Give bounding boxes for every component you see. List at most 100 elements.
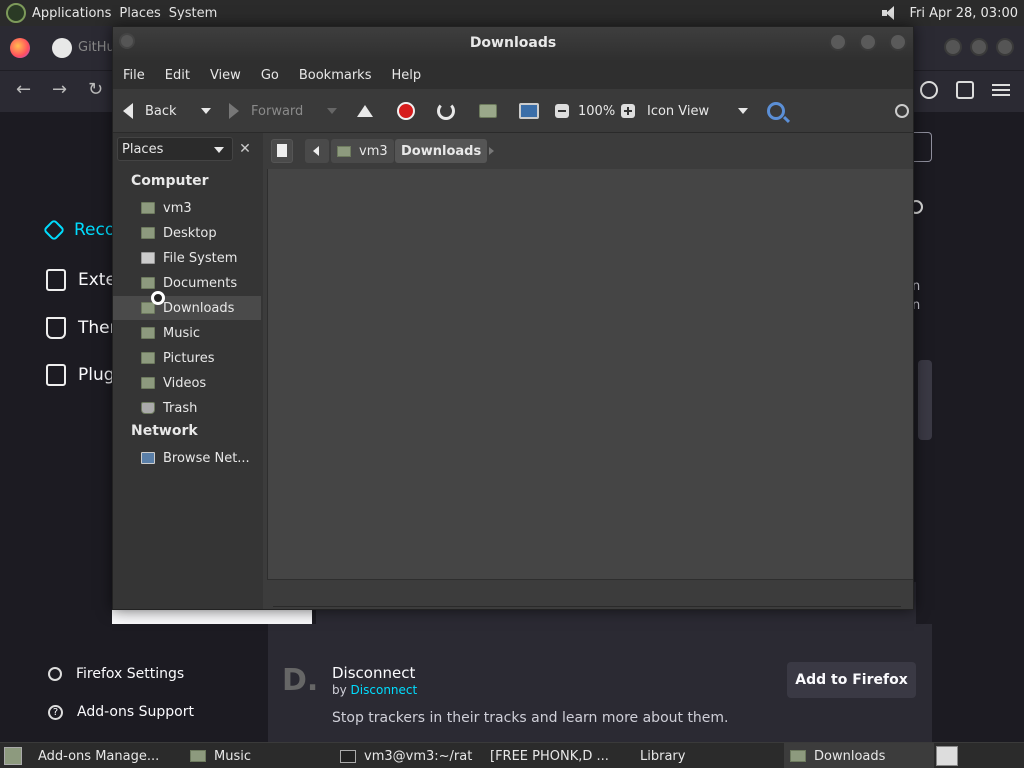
minimize-icon[interactable] <box>829 33 847 51</box>
reload-button[interactable] <box>437 89 455 133</box>
zoom-level[interactable]: 100% <box>578 89 615 133</box>
computer-button[interactable] <box>519 89 539 133</box>
search-button[interactable] <box>767 89 785 133</box>
card-edge <box>918 360 932 440</box>
chevron-down-icon <box>327 108 337 114</box>
maximize-icon[interactable] <box>859 33 877 51</box>
music-folder-icon <box>141 327 155 339</box>
task-terminal[interactable]: vm3@vm3:~/rat <box>334 743 484 768</box>
downloads-folder-icon <box>141 302 155 314</box>
clock[interactable]: Fri Apr 28, 03:00 <box>909 6 1018 21</box>
videos-folder-icon <box>141 377 155 389</box>
zoom-in-button[interactable] <box>621 89 635 133</box>
github-icon[interactable] <box>52 38 72 58</box>
path-scroll-right-icon[interactable] <box>489 147 494 155</box>
close-icon[interactable] <box>889 33 907 51</box>
file-view-area[interactable] <box>267 169 913 579</box>
stop-button[interactable] <box>397 89 415 133</box>
firefox-icon[interactable] <box>10 38 30 58</box>
toolbar: Back Forward 100% Icon View <box>113 89 913 133</box>
back-button[interactable]: Back <box>123 89 177 133</box>
menu-go[interactable]: Go <box>261 68 279 83</box>
place-item-file-system[interactable]: File System <box>113 246 261 270</box>
menu-bookmarks[interactable]: Bookmarks <box>299 68 372 83</box>
system-menu[interactable]: System <box>169 6 225 21</box>
reload-icon <box>437 102 455 120</box>
up-arrow-icon <box>357 105 373 117</box>
task-library[interactable]: Library <box>634 743 784 768</box>
place-item-downloads[interactable]: Downloads <box>113 296 261 320</box>
sidebar-item-recommendations[interactable]: Reco <box>42 218 115 242</box>
menu-icon[interactable] <box>992 84 1010 96</box>
spinner-icon <box>895 104 909 118</box>
applications-menu[interactable]: Applications <box>32 6 119 21</box>
sidebar-item-themes[interactable]: Ther <box>46 317 117 339</box>
view-mode-select[interactable]: Icon View <box>647 89 709 133</box>
volume-icon[interactable] <box>881 6 899 20</box>
view-mode-dropdown[interactable] <box>738 89 748 133</box>
zoom-out-button[interactable] <box>555 89 569 133</box>
place-item-documents[interactable]: Documents <box>113 271 261 295</box>
places-menu[interactable]: Places <box>119 6 168 21</box>
up-button[interactable] <box>357 89 373 133</box>
home-button[interactable] <box>479 89 497 133</box>
back-history-dropdown[interactable] <box>201 89 211 133</box>
home-folder-icon <box>337 145 351 157</box>
workspace-switcher[interactable] <box>936 746 958 766</box>
menu-view[interactable]: View <box>210 68 241 83</box>
task-phonk[interactable]: [FREE PHONK,D ... <box>484 743 634 768</box>
taskbar: Add-ons Manage... Music vm3@vm3:~/rat [F… <box>0 742 1024 768</box>
sparkle-icon <box>42 218 66 242</box>
reload-icon[interactable]: ↻ <box>88 79 103 100</box>
firefox-settings-link[interactable]: Firefox Settings <box>48 666 184 682</box>
menu-bar: File Edit View Go Bookmarks Help <box>113 61 913 89</box>
place-item-videos[interactable]: Videos <box>113 371 261 395</box>
home-folder-icon <box>141 202 155 214</box>
addons-support-link[interactable]: ? Add-ons Support <box>48 704 194 720</box>
task-downloads[interactable]: Downloads <box>784 743 934 768</box>
distro-logo-icon[interactable] <box>6 3 26 23</box>
close-sidebar-icon[interactable]: ✕ <box>235 139 255 159</box>
search-icon <box>767 102 785 120</box>
task-addons-manager[interactable]: Add-ons Manage... <box>32 743 182 768</box>
back-arrow-icon[interactable]: ← <box>16 79 31 100</box>
brush-icon <box>46 317 66 339</box>
menu-help[interactable]: Help <box>391 68 421 83</box>
place-item-pictures[interactable]: Pictures <box>113 346 261 370</box>
sidebar-type-select[interactable]: Places <box>117 137 233 161</box>
title-bar[interactable]: Downloads <box>113 27 913 61</box>
extension-name[interactable]: Disconnect <box>332 664 415 682</box>
sidebar-item-plugins[interactable]: Plug <box>46 364 115 386</box>
edit-location-icon[interactable] <box>271 139 293 163</box>
add-to-firefox-button[interactable]: Add to Firefox <box>787 662 916 698</box>
forward-button[interactable]: Forward <box>229 89 303 133</box>
forward-arrow-icon[interactable]: → <box>52 79 67 100</box>
zoom-out-icon <box>555 104 569 118</box>
close-icon[interactable] <box>996 38 1014 56</box>
extension-description: Stop trackers in their tracks and learn … <box>332 710 729 726</box>
place-item-music[interactable]: Music <box>113 321 261 345</box>
path-crumb-vm3[interactable]: vm3 <box>331 139 394 163</box>
maximize-icon[interactable] <box>970 38 988 56</box>
forward-history-dropdown[interactable] <box>327 89 337 133</box>
account-icon[interactable] <box>920 81 938 99</box>
show-desktop-icon[interactable] <box>4 747 22 765</box>
place-item-trash[interactable]: Trash <box>113 396 261 420</box>
task-music[interactable]: Music <box>184 743 334 768</box>
chevron-down-icon <box>738 108 748 114</box>
place-item-vm3[interactable]: vm3 <box>113 196 261 220</box>
menu-edit[interactable]: Edit <box>165 68 190 83</box>
minimize-icon[interactable] <box>944 38 962 56</box>
extensions-icon[interactable] <box>956 81 974 99</box>
place-item-browse-network[interactable]: Browse Net... <box>113 446 261 470</box>
menu-file[interactable]: File <box>123 68 145 83</box>
path-scroll-left-icon[interactable] <box>305 139 329 163</box>
sidebar-item-extensions[interactable]: Exte <box>46 269 116 291</box>
section-computer: Computer <box>131 173 209 189</box>
place-item-desktop[interactable]: Desktop <box>113 221 261 245</box>
path-crumb-downloads[interactable]: Downloads <box>395 139 488 163</box>
computer-icon <box>519 103 539 119</box>
extension-author-line: by Disconnect <box>332 683 418 697</box>
author-link[interactable]: Disconnect <box>351 683 418 697</box>
top-panel: Applications Places System Fri Apr 28, 0… <box>0 0 1024 26</box>
